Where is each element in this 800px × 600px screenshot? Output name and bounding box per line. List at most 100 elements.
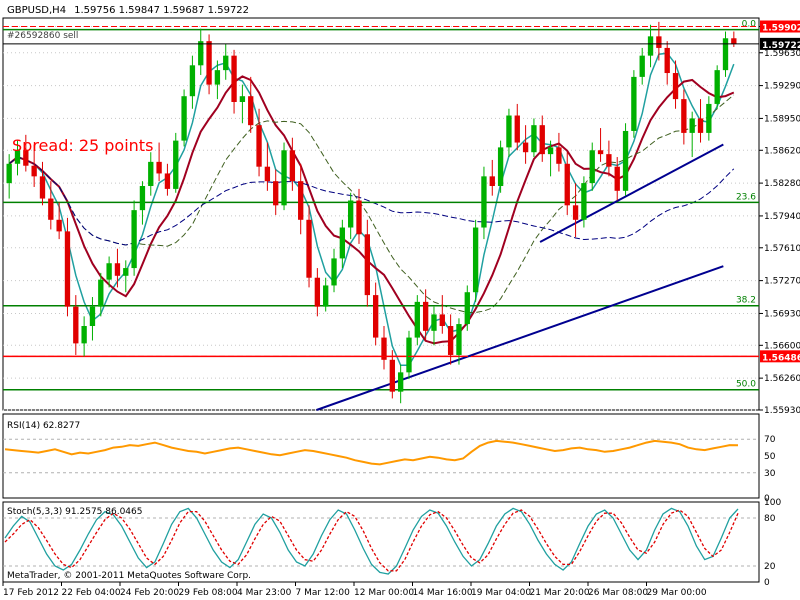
candle-body bbox=[639, 55, 645, 77]
candle-body bbox=[281, 150, 287, 206]
time-tick-label: 24 Feb 20:00 bbox=[120, 588, 179, 598]
price-tick-label: 1.55930 bbox=[764, 406, 800, 416]
candle-body bbox=[106, 263, 112, 280]
rsi-tick-label: 50 bbox=[764, 452, 776, 462]
candle-body bbox=[406, 337, 412, 373]
candle-body bbox=[48, 198, 54, 220]
candle-body bbox=[472, 227, 479, 293]
fib-label: 0.0 bbox=[742, 20, 757, 30]
price-tick-label: 1.57940 bbox=[764, 212, 800, 222]
price-tag-label: 1.56486 bbox=[762, 353, 800, 363]
price-tag-label: 1.59902 bbox=[762, 23, 800, 33]
candle-body bbox=[681, 99, 687, 133]
candle bbox=[173, 132, 179, 193]
fib-label: 50.0 bbox=[736, 380, 756, 390]
candle bbox=[714, 65, 720, 109]
stoch-tick-label: 100 bbox=[764, 498, 781, 508]
candle-body bbox=[339, 227, 346, 259]
candle bbox=[181, 89, 187, 147]
chart-canvas: 0.023.638.250.0 1.599021.596301.592901.5… bbox=[0, 0, 800, 600]
candle-body bbox=[239, 96, 246, 102]
candle bbox=[406, 330, 412, 380]
time-tick-label: 29 Feb 08:00 bbox=[179, 588, 238, 598]
candle-body bbox=[431, 314, 437, 331]
fib-label: 38.2 bbox=[736, 296, 756, 306]
candle bbox=[497, 140, 504, 193]
candle-body bbox=[223, 55, 229, 71]
candle-body bbox=[614, 166, 620, 191]
candle-body bbox=[148, 161, 154, 186]
candle-body bbox=[514, 115, 520, 143]
candle-body bbox=[248, 96, 254, 126]
candle-body bbox=[606, 154, 612, 167]
candle-body bbox=[581, 183, 587, 220]
candle-body bbox=[323, 285, 329, 307]
candle-body bbox=[114, 263, 121, 276]
candle-body bbox=[389, 359, 395, 392]
time-tick-label: 19 Mar 04:00 bbox=[471, 588, 531, 598]
candle bbox=[622, 123, 629, 196]
candle-body bbox=[489, 176, 495, 186]
candle-body bbox=[622, 130, 629, 191]
candle-body bbox=[164, 173, 171, 189]
candle-body bbox=[547, 147, 554, 155]
candle-body bbox=[556, 147, 562, 164]
candle bbox=[131, 200, 137, 276]
candle-body bbox=[397, 372, 404, 392]
candle-body bbox=[656, 36, 662, 48]
candle-body bbox=[631, 76, 637, 131]
stoch-tick-label: 20 bbox=[764, 562, 776, 572]
candle-body bbox=[181, 96, 187, 141]
candle-body bbox=[264, 166, 271, 182]
price-tick-label: 1.56600 bbox=[764, 341, 800, 351]
candle-body bbox=[81, 326, 87, 344]
candle bbox=[464, 285, 470, 331]
price-tick-label: 1.57270 bbox=[764, 277, 800, 287]
candle-body bbox=[664, 47, 670, 74]
candle bbox=[281, 142, 287, 211]
candle-body bbox=[456, 324, 462, 355]
candle-body bbox=[447, 326, 454, 355]
candle-body bbox=[564, 163, 570, 206]
candle-body bbox=[414, 301, 420, 338]
candle-body bbox=[647, 36, 654, 56]
candle-body bbox=[348, 200, 354, 228]
rsi-tick-label: 70 bbox=[764, 435, 776, 445]
price-tag-label: 1.59722 bbox=[762, 41, 800, 51]
candle-body bbox=[298, 181, 304, 220]
price-tick-label: 1.56260 bbox=[764, 374, 800, 384]
time-tick-label: 21 Mar 20:00 bbox=[530, 588, 590, 598]
candle-body bbox=[98, 279, 104, 307]
candle-body bbox=[714, 70, 720, 104]
candle-body bbox=[123, 268, 129, 276]
candle-body bbox=[706, 103, 712, 133]
price-tick-label: 1.58280 bbox=[764, 179, 800, 189]
rsi-tick-label: 30 bbox=[764, 469, 776, 479]
candle-body bbox=[722, 38, 729, 71]
candle-body bbox=[331, 258, 337, 286]
candle-body bbox=[89, 306, 96, 326]
candle-body bbox=[314, 277, 321, 307]
fib-label: 23.6 bbox=[736, 192, 756, 202]
candle-body bbox=[731, 38, 737, 45]
candle-body bbox=[306, 219, 312, 278]
spread-label: Spread: 25 points bbox=[12, 136, 153, 155]
chart-header: GBPUSD,H4 1.59756 1.59847 1.59687 1.59722 bbox=[7, 5, 249, 16]
candle-body bbox=[289, 150, 296, 182]
candle-body bbox=[273, 181, 279, 206]
candle-body bbox=[256, 125, 262, 167]
candle-body bbox=[56, 219, 62, 232]
copyright: MetaTrader, © 2001-2011 MetaQuotes Softw… bbox=[7, 571, 251, 581]
candle-body bbox=[139, 186, 146, 211]
candle-body bbox=[64, 231, 71, 307]
candle bbox=[631, 70, 637, 138]
candle-body bbox=[156, 161, 162, 174]
trade-label: #26592860 sell bbox=[7, 31, 78, 41]
candle-body bbox=[364, 234, 371, 296]
candle-body bbox=[73, 306, 79, 344]
price-tick-label: 1.58620 bbox=[764, 146, 800, 156]
time-tick-label: 14 Mar 16:00 bbox=[413, 588, 473, 598]
candle-body bbox=[697, 118, 704, 133]
candle-body bbox=[198, 41, 204, 66]
candle-body bbox=[506, 115, 512, 148]
